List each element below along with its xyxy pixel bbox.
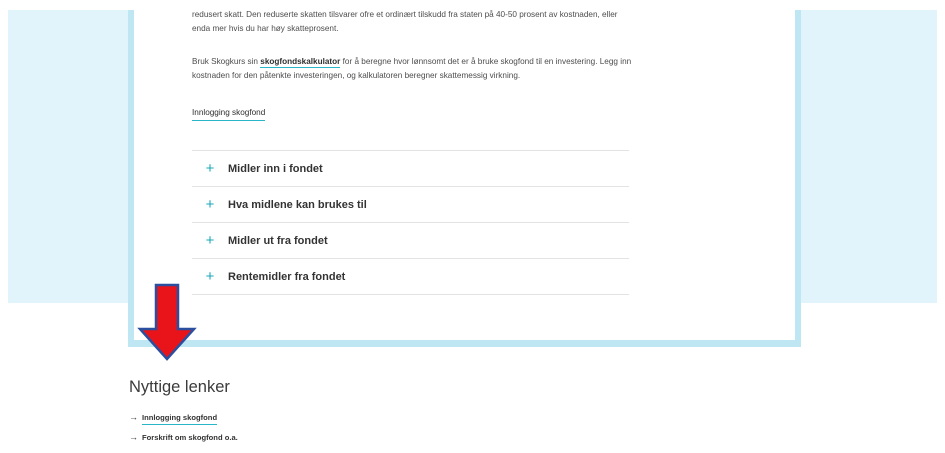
useful-links-list: → Innlogging skogfond → Forskrift om sko… xyxy=(129,413,238,453)
accordion-item-label: Midler inn i fondet xyxy=(228,162,323,175)
accordion-item-label: Rentemidler fra fondet xyxy=(228,270,346,283)
skogfondskalkulator-link[interactable]: skogfondskalkulator xyxy=(260,57,341,68)
useful-link-label: Innlogging skogfond xyxy=(142,413,218,425)
accordion-item-label: Midler ut fra fondet xyxy=(228,234,328,247)
accordion-item-rentemidler[interactable]: + Rentemidler fra fondet xyxy=(192,259,629,295)
login-skogfond-link[interactable]: Innlogging skogfond xyxy=(192,108,266,121)
accordion-item-hva-midlene[interactable]: + Hva midlene kan brukes til xyxy=(192,187,629,223)
plus-icon: + xyxy=(205,196,215,213)
paragraph-calculator-info: Bruk Skogkurs sin skogfondskalkulator fo… xyxy=(192,55,632,83)
accordion-item-label: Hva midlene kan brukes til xyxy=(228,198,367,211)
accordion-item-midler-inn[interactable]: + Midler inn i fondet xyxy=(192,151,629,187)
useful-links-title: Nyttige lenker xyxy=(129,378,230,396)
useful-link-forskrift[interactable]: → Forskrift om skogfond o.a. xyxy=(129,433,238,453)
plus-icon: + xyxy=(205,160,215,177)
useful-link-innlogging[interactable]: → Innlogging skogfond xyxy=(129,413,238,433)
paragraph-tax-info: redusert skatt. Den reduserte skatten ti… xyxy=(192,10,618,33)
plus-icon: + xyxy=(205,232,215,249)
accordion-item-midler-ut[interactable]: + Midler ut fra fondet xyxy=(192,223,629,259)
accordion: + Midler inn i fondet + Hva midlene kan … xyxy=(192,150,629,295)
useful-link-label: Forskrift om skogfond o.a. xyxy=(142,433,238,442)
down-arrow-icon xyxy=(137,283,197,361)
right-arrow-icon: → xyxy=(129,412,138,422)
paragraph-calculator-text-before: Bruk Skogkurs sin xyxy=(192,57,261,66)
plus-icon: + xyxy=(205,268,215,285)
right-arrow-icon: → xyxy=(129,432,138,442)
